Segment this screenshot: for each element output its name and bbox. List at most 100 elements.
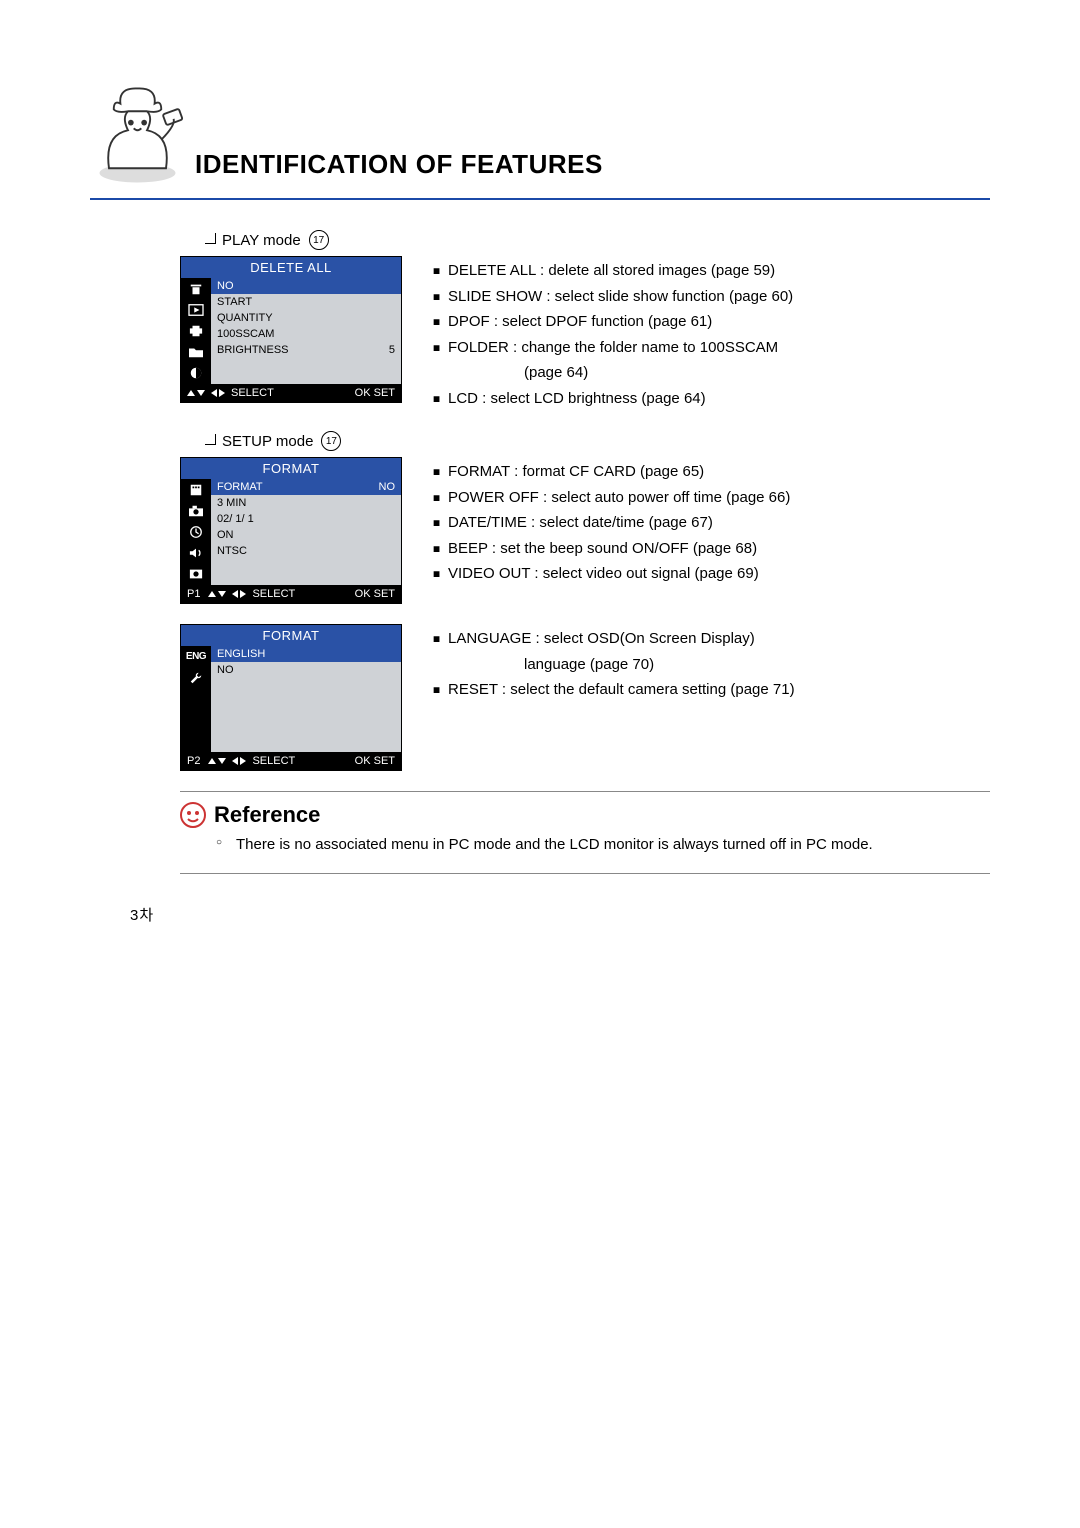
page-number: 3차 [130, 904, 990, 925]
bullet-icon: ▪ [432, 677, 442, 703]
camera-icon [185, 502, 207, 519]
list-item: ENGLISH [211, 646, 401, 662]
updown-arrows-icon [187, 390, 205, 396]
select-label: SELECT [252, 588, 295, 600]
list-item: NO [211, 278, 401, 294]
reference-heading: Reference [180, 802, 990, 828]
select-label: SELECT [252, 755, 295, 767]
lcd-screen-setup-p1: FORMAT FORMATNO 3 MIN 02/ 1/ 1 ON NTSC [180, 457, 402, 604]
bullet-icon: ▪ [432, 309, 442, 335]
list-item: 3 MIN [211, 495, 401, 511]
leftright-arrows-icon [211, 389, 225, 397]
icon-column: ENG [181, 646, 211, 752]
icon-column [181, 278, 211, 384]
desc-line: language (page 70) [524, 652, 795, 678]
updown-arrows-icon [208, 591, 226, 597]
list-item: 02/ 1/ 1 [211, 511, 401, 527]
bullet-icon: ▪ [432, 626, 442, 652]
desc-line: BEEP : set the beep sound ON/OFF (page 6… [448, 536, 757, 562]
page-indicator: P1 [187, 588, 200, 600]
page-title: IDENTIFICATION OF FEATURES [195, 149, 990, 180]
info-face-icon [180, 802, 206, 828]
list-item: FORMATNO [211, 479, 401, 495]
bullet-icon: ▪ [432, 561, 442, 587]
updown-arrows-icon [208, 758, 226, 764]
desc-line: LANGUAGE : select OSD(On Screen Display) [448, 626, 755, 652]
menu-list: NO START QUANTITY 100SSCAM BRIGHTNESS5 [211, 278, 401, 384]
screen-footer: P1 SELECT OK SET [181, 585, 401, 603]
desc-line: (page 64) [524, 360, 793, 386]
select-label: SELECT [231, 387, 274, 399]
bullet-icon: ▪ [432, 284, 442, 310]
sound-icon [185, 544, 207, 561]
screen-title: FORMAT [181, 625, 401, 646]
setup-mode-label: SETUP mode 17 [205, 431, 990, 451]
desc-line: FOLDER : change the folder name to 100SS… [448, 335, 778, 361]
page-indicator: P2 [187, 755, 200, 767]
contrast-icon [185, 364, 207, 381]
note-ref-icon: 17 [321, 431, 341, 451]
ok-label: OK SET [355, 588, 395, 600]
desc-line: VIDEO OUT : select video out signal (pag… [448, 561, 759, 587]
card-icon [185, 481, 207, 498]
menu-list: FORMATNO 3 MIN 02/ 1/ 1 ON NTSC [211, 479, 401, 585]
leftright-arrows-icon [232, 590, 246, 598]
print-icon [185, 322, 207, 339]
screen-footer: P2 SELECT OK SET [181, 752, 401, 770]
clock-icon [185, 523, 207, 540]
reference-body: ○ There is no associated menu in PC mode… [216, 834, 966, 855]
circle-bullet-icon: ○ [216, 836, 230, 850]
play-mode-text: PLAY mode [222, 232, 301, 249]
bullet-icon [205, 434, 216, 445]
setup-descriptions-p2: ▪LANGUAGE : select OSD(On Screen Display… [432, 624, 795, 703]
bullet-icon [205, 233, 216, 244]
bullet-icon: ▪ [432, 459, 442, 485]
eng-label-icon: ENG [185, 648, 207, 665]
setup-descriptions-p1: ▪FORMAT : format CF CARD (page 65) ▪POWE… [432, 457, 790, 587]
desc-line: FORMAT : format CF CARD (page 65) [448, 459, 704, 485]
play-descriptions: ▪DELETE ALL : delete all stored images (… [432, 256, 793, 411]
list-item: START [211, 294, 401, 310]
play-icon [185, 301, 207, 318]
desc-line: POWER OFF : select auto power off time (… [448, 485, 790, 511]
ok-label: OK SET [355, 755, 395, 767]
list-item: NO [211, 662, 401, 678]
chef-illustration [90, 80, 185, 190]
bullet-icon: ▪ [432, 386, 442, 412]
bullet-icon: ▪ [432, 335, 442, 361]
list-item: 100SSCAM [211, 326, 401, 342]
lcd-screen-play: DELETE ALL NO START QUANTITY 100SSCAM BR… [180, 256, 402, 403]
desc-line: RESET : select the default camera settin… [448, 677, 795, 703]
menu-list: ENGLISH NO [211, 646, 401, 752]
bullet-icon: ▪ [432, 536, 442, 562]
icon-column [181, 479, 211, 585]
desc-line: LCD : select LCD brightness (page 64) [448, 386, 706, 412]
lcd-screen-setup-p2: FORMAT ENG ENGLISH NO P2 SELECT OK SET [180, 624, 402, 771]
note-ref-icon: 17 [309, 230, 329, 250]
list-item: BRIGHTNESS5 [211, 342, 401, 358]
reference-text: There is no associated menu in PC mode a… [236, 834, 873, 855]
reference-title: Reference [214, 802, 320, 828]
screen-title: DELETE ALL [181, 257, 401, 278]
play-mode-label: PLAY mode 17 [205, 230, 990, 250]
desc-line: DPOF : select DPOF function (page 61) [448, 309, 712, 335]
ok-label: OK SET [355, 387, 395, 399]
desc-line: DATE/TIME : select date/time (page 67) [448, 510, 713, 536]
bullet-icon: ▪ [432, 510, 442, 536]
setup-mode-text: SETUP mode [222, 433, 313, 450]
video-out-icon [185, 565, 207, 582]
list-item: NTSC [211, 543, 401, 559]
page-header: IDENTIFICATION OF FEATURES [90, 80, 990, 190]
reference-box: Reference ○ There is no associated menu … [180, 791, 990, 874]
list-item: ON [211, 527, 401, 543]
desc-line: SLIDE SHOW : select slide show function … [448, 284, 793, 310]
bullet-icon: ▪ [432, 258, 442, 284]
leftright-arrows-icon [232, 757, 246, 765]
title-divider [90, 198, 990, 200]
desc-line: DELETE ALL : delete all stored images (p… [448, 258, 775, 284]
wrench-icon [185, 669, 207, 686]
folder-icon [185, 343, 207, 360]
list-item: QUANTITY [211, 310, 401, 326]
screen-title: FORMAT [181, 458, 401, 479]
bullet-icon: ▪ [432, 485, 442, 511]
